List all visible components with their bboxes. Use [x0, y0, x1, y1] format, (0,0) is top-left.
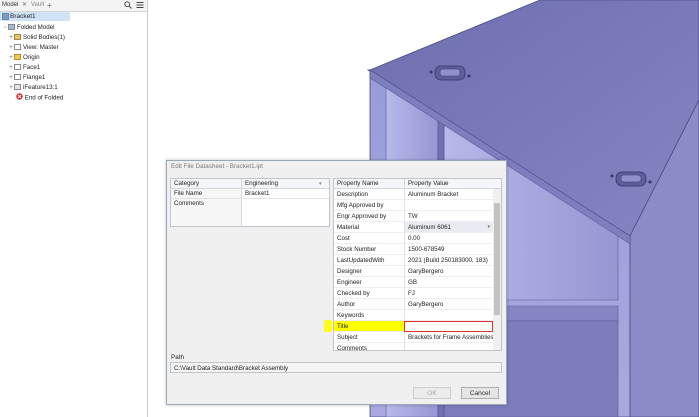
property-scrollbar[interactable] [493, 189, 501, 350]
property-value[interactable]: GaryBergero [404, 299, 493, 310]
dropdown-arrow-icon[interactable]: ▾ [319, 181, 322, 187]
dropdown-arrow-icon[interactable]: ▾ [487, 222, 490, 232]
folded-model-icon [8, 24, 15, 31]
category-header: Category [171, 179, 241, 189]
part-node[interactable]: Bracket1 [0, 12, 70, 21]
scrollbar-thumb[interactable] [494, 203, 500, 315]
browser-tab-bar: Model ✕ Vault + [0, 0, 147, 12]
cancel-button[interactable]: Cancel [461, 387, 499, 399]
face-icon [14, 64, 21, 71]
property-name: LastUpdatedWith [334, 255, 404, 266]
tree-item-view-master[interactable]: + View: Master [8, 43, 58, 52]
close-icon[interactable]: ✕ [22, 1, 27, 10]
property-value[interactable]: Brackets for Frame Assemblies [404, 332, 493, 343]
property-name: Checked by [334, 288, 404, 299]
tree-item-ifeature[interactable]: + iFeature13:1 [8, 83, 58, 92]
property-name: Keywords [334, 310, 404, 321]
property-value[interactable] [404, 321, 493, 332]
property-name: Author [334, 299, 404, 310]
property-name: Stock Number [334, 244, 404, 255]
model-browser: Model ✕ Vault + Bracket1 − Folded Model +… [0, 0, 148, 417]
property-name: Cost [334, 233, 404, 244]
path-field[interactable]: C:\Vault Data Standard\Bracket Assembly [170, 362, 502, 373]
tree-item-folded-model[interactable]: − Folded Model [2, 23, 54, 32]
highlight-marker [324, 320, 332, 332]
comments-label: Comments [171, 199, 241, 226]
property-value[interactable]: FJ [404, 288, 493, 299]
property-value[interactable]: 1500-678549 [404, 244, 493, 255]
view-icon [14, 44, 21, 51]
property-value[interactable] [404, 343, 493, 350]
file-name-label: File Name [171, 189, 241, 199]
property-name: Comments [334, 343, 404, 350]
property-value[interactable] [404, 200, 493, 211]
property-value-header: Property Value [404, 179, 501, 189]
property-name: Description [334, 189, 404, 200]
file-name-value[interactable]: Bracket1 [241, 189, 329, 199]
ifeature-icon [14, 84, 21, 91]
property-value[interactable] [404, 310, 493, 321]
tree-item-face1[interactable]: + Face1 [8, 63, 40, 72]
folder-icon [14, 34, 21, 41]
category-grid: Category Engineering ▾ File Name Bracket… [170, 178, 330, 227]
end-of-part-icon [16, 93, 23, 103]
folder-icon [14, 54, 21, 61]
tree-item-end-of-folded[interactable]: End of Folded [8, 93, 63, 102]
tab-vault[interactable]: Vault [31, 1, 44, 10]
property-value[interactable]: GaryBergero [404, 266, 493, 277]
search-icon[interactable] [124, 1, 132, 11]
property-value[interactable]: 0.00 [404, 233, 493, 244]
tab-model[interactable]: Model [2, 1, 18, 10]
property-name-header: Property Name [334, 179, 404, 189]
tree-item-solid-bodies[interactable]: + Solid Bodies(1) [8, 33, 65, 42]
property-name: Material [334, 222, 404, 233]
tree-item-origin[interactable]: + Origin [8, 53, 39, 62]
comments-field[interactable] [241, 199, 329, 226]
path-label: Path [171, 354, 184, 361]
menu-icon[interactable] [136, 1, 144, 11]
property-name: Designer [334, 266, 404, 277]
property-name: Subject [334, 332, 404, 343]
property-name: Title [334, 321, 404, 332]
tree-item-flange1[interactable]: + Flange1 [8, 73, 45, 82]
material-value-text: Aluminum 6061 [408, 224, 451, 231]
ok-button[interactable]: OK [413, 387, 451, 399]
property-value[interactable]: GB [404, 277, 493, 288]
part-icon [2, 13, 9, 22]
property-value[interactable]: Aluminum Bracket [404, 189, 493, 200]
property-grid: Property Name Property Value Description… [333, 178, 502, 351]
add-tab-icon[interactable]: + [47, 1, 52, 10]
edit-file-datasheet-dialog: Edit File Datasheet - Bracket1.ipt Categ… [166, 160, 507, 405]
category-select[interactable]: Engineering [241, 179, 329, 189]
property-name: Engr Approved by [334, 211, 404, 222]
flange-icon [14, 74, 21, 81]
property-name: Engineer [334, 277, 404, 288]
property-name: Mfg Approved by [334, 200, 404, 211]
property-value[interactable]: TW [404, 211, 493, 222]
dialog-title: Edit File Datasheet - Bracket1.ipt [171, 163, 264, 170]
property-value[interactable]: Aluminum 6061 ▾ [404, 222, 493, 233]
property-value[interactable]: 2021 (Build 250183000, 183) [404, 255, 493, 266]
